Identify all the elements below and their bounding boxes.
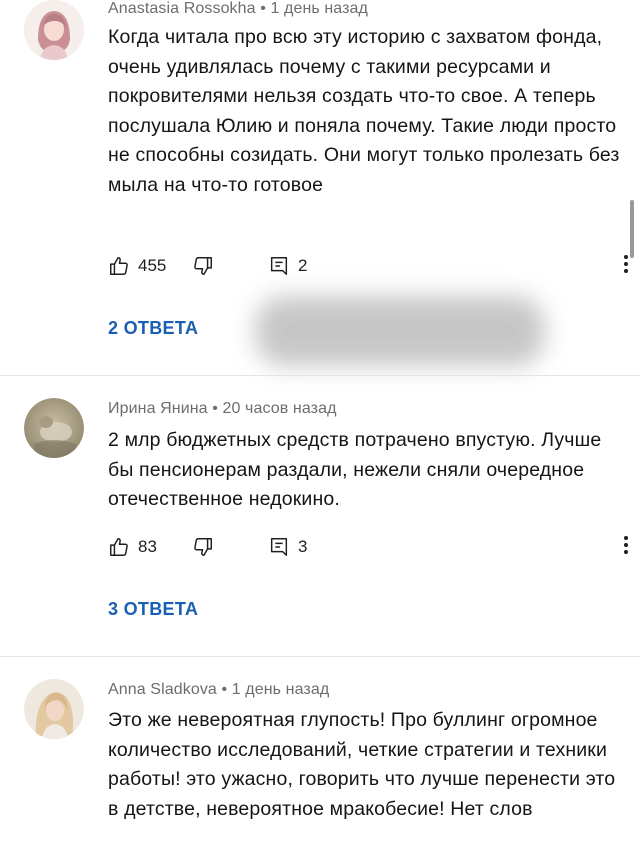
more-vert-icon xyxy=(623,535,629,560)
comment-time[interactable]: 1 день назад xyxy=(270,0,368,17)
view-replies-button[interactable]: 2 ОТВЕТА xyxy=(108,318,198,339)
comment-meta: Ирина Янина • 20 часов назад xyxy=(108,400,337,418)
thumb-down-icon xyxy=(192,255,214,277)
author-name[interactable]: Anna Sladkova xyxy=(108,681,217,698)
like-count: 455 xyxy=(138,256,167,275)
scrollbar[interactable] xyxy=(630,200,634,258)
meta-separator: • xyxy=(221,681,228,698)
comment-actions: 83 3 xyxy=(108,532,628,562)
comment-time[interactable]: 1 день назад xyxy=(232,681,330,698)
like-button[interactable]: 455 xyxy=(108,251,166,281)
comment-text: 2 млр бюджетных средств потрачено впусту… xyxy=(108,429,602,510)
comment-divider xyxy=(0,656,640,657)
comment-text: Это же невероятная глупость! Про буллинг… xyxy=(108,709,616,820)
comment-text: Когда читала про всю эту историю с захва… xyxy=(108,26,620,196)
reply-count: 3 xyxy=(298,537,308,556)
dislike-button[interactable] xyxy=(192,532,214,562)
thumb-down-icon xyxy=(192,536,214,558)
like-count: 83 xyxy=(138,537,157,556)
meta-separator: • xyxy=(212,400,218,417)
author-name[interactable]: Anastasia Rossokha xyxy=(108,0,256,17)
reply-count: 2 xyxy=(298,256,308,275)
comment-actions: 455 2 xyxy=(108,251,628,281)
reply-comment-button[interactable]: 3 xyxy=(268,532,307,562)
comment-meta: Anna Sladkova • 1 день назад xyxy=(108,681,329,699)
meta-separator: • xyxy=(260,0,266,17)
avatar[interactable] xyxy=(24,0,84,60)
more-vert-icon xyxy=(623,254,629,279)
blurred-region xyxy=(255,296,545,366)
avatar[interactable] xyxy=(24,398,84,458)
comment-icon xyxy=(268,536,290,558)
comment-meta: Anastasia Rossokha • 1 день назад xyxy=(108,0,368,18)
comment-menu-button[interactable] xyxy=(616,532,636,562)
author-name[interactable]: Ирина Янина xyxy=(108,400,208,417)
thumb-up-icon xyxy=(108,255,130,277)
reply-comment-button[interactable]: 2 xyxy=(268,251,307,281)
comment-divider xyxy=(0,375,640,376)
view-replies-button[interactable]: 3 ОТВЕТА xyxy=(108,599,198,620)
comment-time[interactable]: 20 часов назад xyxy=(222,400,336,417)
avatar[interactable] xyxy=(24,679,84,739)
like-button[interactable]: 83 xyxy=(108,532,157,562)
thumb-up-icon xyxy=(108,536,130,558)
dislike-button[interactable] xyxy=(192,251,214,281)
comment-icon xyxy=(268,255,290,277)
